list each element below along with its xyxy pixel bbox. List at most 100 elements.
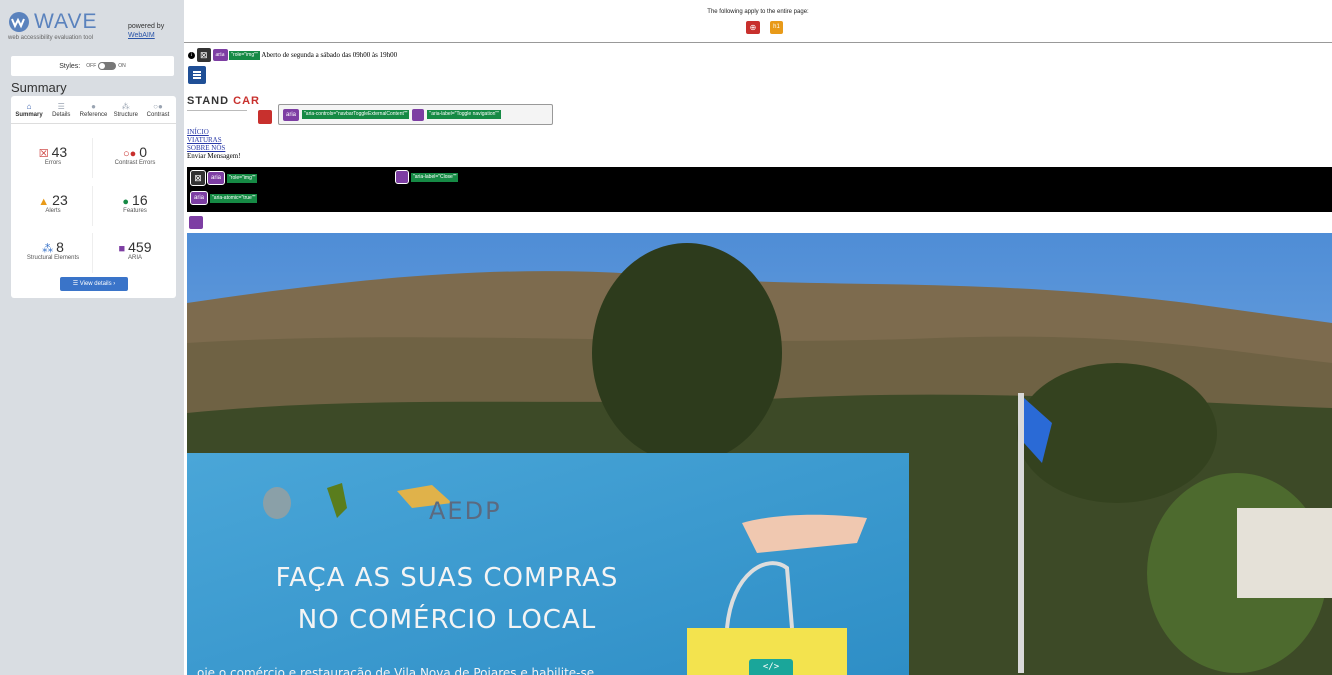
page-level-text: The following apply to the entire page: xyxy=(707,9,809,15)
billboard-line-1: FAÇA AS SUAS COMPRAS xyxy=(275,563,619,593)
hierarchy-icon: ⁂ xyxy=(121,102,130,111)
tab-label: Summary xyxy=(15,112,43,118)
link-error-icon[interactable] xyxy=(258,110,272,124)
tab-summary[interactable]: ⌂ Summary xyxy=(13,102,45,118)
hero-image: AEDP FAÇA AS SUAS COMPRAS NO COMÉRCIO LO… xyxy=(187,233,1332,675)
aria-icon: ■ xyxy=(118,243,126,255)
alerts-count: 23 xyxy=(52,192,68,208)
tag-icon[interactable] xyxy=(395,170,409,184)
list-icon: ☰ xyxy=(57,102,65,111)
billboard-line-2: NO COMÉRCIO LOCAL xyxy=(297,605,597,635)
styles-toggle-box: Styles: OFF ON xyxy=(11,56,174,76)
nav-links: INÍCIO VIATURAS SOBRE NÓS Enviar Mensage… xyxy=(187,128,240,160)
alerts-stat[interactable]: ▲ 23 Alerts xyxy=(15,192,91,214)
styles-off-label: OFF xyxy=(86,63,97,69)
stat-divider xyxy=(92,186,93,226)
error-icon: ☒ xyxy=(38,148,49,160)
tag-icon[interactable] xyxy=(412,108,425,121)
image-icon[interactable]: ⊠ xyxy=(196,48,211,62)
webaim-link[interactable]: WebAIM xyxy=(128,32,155,39)
alerts-label: Alerts xyxy=(45,208,61,214)
wave-logo-icon xyxy=(9,12,29,32)
tab-reference[interactable]: ● Reference xyxy=(78,102,110,118)
panel-tabs: ⌂ Summary ☰ Details ● Reference ⁂ Struct… xyxy=(11,96,176,118)
nav-link-viaturas[interactable]: VIATURAS xyxy=(187,136,240,144)
view-details-label: View details › xyxy=(79,281,116,287)
brand-car: CAR xyxy=(233,95,260,107)
aria-controls-tag: "aria-controls="navbarToggleExternalCont… xyxy=(302,110,410,119)
tab-label: Reference xyxy=(79,112,108,118)
document-icon[interactable] xyxy=(188,66,206,84)
contrast-icon: ○● xyxy=(153,102,163,111)
styles-on-label: ON xyxy=(118,63,126,69)
home-icon: ⌂ xyxy=(26,102,32,111)
megaphone-icon[interactable] xyxy=(189,216,203,229)
tab-label: Structure xyxy=(113,112,138,118)
aria-badge[interactable]: aria xyxy=(212,49,228,61)
aria-stat[interactable]: ■ 459 ARIA xyxy=(97,239,173,261)
brand-stand: STAND xyxy=(187,95,234,107)
enviar-mensagem-text: Enviar Mensagem! xyxy=(187,152,241,160)
tab-structure[interactable]: ⁂ Structure xyxy=(110,102,142,118)
aria-count: 459 xyxy=(128,239,152,255)
info-icon: i xyxy=(188,51,195,59)
logo-subtitle: web accessibility evaluation tool xyxy=(8,35,94,41)
wave-logo[interactable]: WAVE web accessibility evaluation tool xyxy=(8,10,98,41)
contrast-errors-stat[interactable]: ○● 0 Contrast Errors xyxy=(97,144,173,166)
aria-label-close-tag: "aria-label="Close"" xyxy=(411,172,459,182)
tab-details[interactable]: ☰ Details xyxy=(45,102,77,118)
summary-panel: ⌂ Summary ☰ Details ● Reference ⁂ Struct… xyxy=(11,96,176,298)
image-icon[interactable]: ⊠ xyxy=(190,170,206,186)
code-icon[interactable]: </> xyxy=(749,659,793,675)
wave-sidebar: WAVE web accessibility evaluation tool p… xyxy=(0,0,184,675)
aria-badge[interactable]: aria xyxy=(206,171,226,185)
errors-label: Errors xyxy=(44,160,62,166)
list-icon: ☰ xyxy=(72,281,80,287)
errors-stat[interactable]: ☒ 43 Errors xyxy=(15,144,91,166)
close-aria-group: "aria-label="Close"" xyxy=(395,170,459,184)
modal-overlay-bar: ⊠ aria "role="img"" "aria-label="Close""… xyxy=(187,167,1332,212)
toggle-switch[interactable] xyxy=(98,62,117,70)
alert-icon: ▲ xyxy=(38,196,50,208)
structural-label: Structural Elements xyxy=(26,255,80,261)
stat-divider xyxy=(92,233,93,273)
bar-row-2: aria "aria-atomic="true"" xyxy=(189,191,258,205)
structural-count: 8 xyxy=(56,239,64,255)
billboard-footer: oie o comércio e restauração de Vila Nov… xyxy=(197,666,595,675)
toggle-navigation-box[interactable]: aria "aria-controls="navbarToggleExterna… xyxy=(278,104,553,125)
view-details-button[interactable]: ☰ View details › xyxy=(60,277,128,291)
logo-title: WAVE xyxy=(34,10,98,33)
features-count: 16 xyxy=(132,192,148,208)
heading-alert-icon[interactable]: h1 xyxy=(770,21,783,34)
role-img-tag: "role="img"" xyxy=(227,173,258,183)
tab-contrast[interactable]: ○● Contrast xyxy=(142,102,174,118)
aria-badge[interactable]: aria xyxy=(189,191,209,205)
errors-count: 43 xyxy=(51,144,68,160)
tab-divider xyxy=(11,123,176,124)
contrast-errors-label: Contrast Errors xyxy=(114,160,156,166)
powered-by-label: powered by xyxy=(128,23,165,30)
structural-stat[interactable]: ⁂ 8 Structural Elements xyxy=(15,239,91,261)
brand-logo[interactable]: STAND CAR xyxy=(187,95,260,107)
feature-icon: ● xyxy=(122,196,130,208)
features-stat[interactable]: ● 16 Features xyxy=(97,192,173,214)
features-label: Features xyxy=(123,208,147,214)
contrast-error-icon: ○● xyxy=(122,148,137,160)
aedp-logo-text: AEDP xyxy=(429,497,502,525)
summary-heading: Summary xyxy=(11,80,67,95)
aria-badge[interactable]: aria xyxy=(283,108,300,121)
bar-row-1: ⊠ aria "role="img"" xyxy=(190,170,258,186)
aria-label: ARIA xyxy=(127,255,142,261)
styles-toggle[interactable]: OFF ON xyxy=(86,62,126,70)
language-error-icon[interactable]: ⊕ xyxy=(746,21,760,34)
contrast-errors-count: 0 xyxy=(139,144,148,160)
role-img-tag: "role="img"" xyxy=(229,50,260,60)
info-icon: ● xyxy=(91,102,96,111)
nav-link-sobre-nos[interactable]: SOBRE NÓS xyxy=(187,144,240,152)
aria-label-toggle-tag: "aria-label="Toggle navigation"" xyxy=(427,110,501,119)
hours-row: i ⊠ aria "role="img"" Aberto de segunda … xyxy=(188,48,397,62)
aria-atomic-tag: "aria-atomic="true"" xyxy=(210,193,258,203)
nav-link-inicio[interactable]: INÍCIO xyxy=(187,128,240,136)
page-level-bar: The following apply to the entire page: … xyxy=(184,0,1332,43)
stat-divider xyxy=(92,138,93,178)
